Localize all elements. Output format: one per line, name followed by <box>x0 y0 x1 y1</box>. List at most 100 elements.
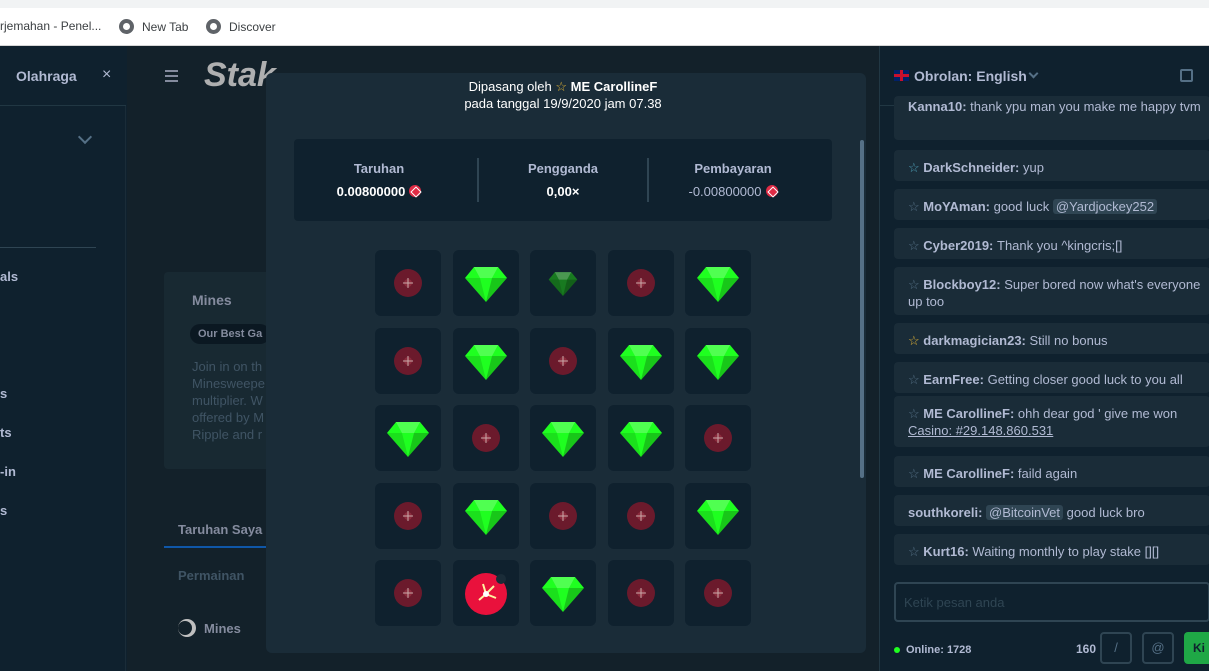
sidebar-item[interactable]: s <box>0 503 7 518</box>
star-icon: ☆ <box>908 160 924 175</box>
chat-input-placeholder: Ketik pesan anda <box>904 595 1005 610</box>
left-sidebar: Olahraga × als s ts -in s <box>0 46 126 671</box>
chat-message: ☆ ME CarollineF: faild again <box>894 456 1209 487</box>
mention-tag[interactable]: @Yardjockey252 <box>1052 199 1158 214</box>
gem-tile <box>530 250 596 316</box>
mine-hit-tile <box>452 560 519 626</box>
chat-text: good luck <box>993 199 1050 214</box>
placed-date: pada tanggal 19/9/2020 jam 07.38 <box>464 96 662 111</box>
chat-text: good luck bro <box>1066 505 1145 520</box>
gem-tile <box>685 250 751 316</box>
close-icon[interactable]: × <box>102 66 111 84</box>
bookmark-new-tab[interactable]: New Tab <box>119 19 188 34</box>
bookmark-discover[interactable]: Discover <box>206 19 276 34</box>
chat-username[interactable]: Blockboy12: <box>923 277 1004 292</box>
chat-username[interactable]: Cyber2019: <box>923 238 997 253</box>
stat-value: -0.00800000 <box>688 184 762 199</box>
star-icon: ☆ <box>908 238 924 253</box>
mine-tile <box>375 482 441 549</box>
sidebar-header: Olahraga × <box>0 46 126 106</box>
placed-user[interactable]: ME CarollineF <box>571 79 658 94</box>
gem-tile <box>607 405 674 471</box>
chat-username[interactable]: southkoreli: <box>908 505 986 520</box>
mine-tile <box>375 327 441 394</box>
chat-message: Kanna10: thank ypu man you make me happy… <box>894 96 1209 140</box>
mine-tile <box>530 327 596 394</box>
chat-message: ☆ Kurt16: Waiting monthly to play stake … <box>894 534 1209 565</box>
chat-title[interactable]: Obrolan: English <box>914 68 1027 84</box>
star-icon: ☆ <box>555 79 568 94</box>
mention-button[interactable]: @ <box>1142 632 1174 664</box>
tron-coin-icon <box>765 185 778 197</box>
chat-username[interactable]: ME CarollineF: <box>923 466 1018 481</box>
mention-tag[interactable]: @BitcoinVet <box>986 505 1064 520</box>
chat-message: ☆ ME CarollineF: ohh dear god ' give me … <box>894 396 1209 447</box>
stat-label: Taruhan <box>353 161 405 176</box>
chat-text: Thank you ^kingcris;[] <box>997 238 1123 253</box>
send-button[interactable]: Ki <box>1184 632 1209 664</box>
star-icon: ☆ <box>908 199 924 214</box>
mine-tile <box>607 560 674 626</box>
chat-message: southkoreli: @BitcoinVet good luck bro <box>894 495 1209 526</box>
sidebar-title: Olahraga <box>16 68 77 84</box>
bet-link[interactable]: Casino: #29.148.860.531 <box>908 423 1053 438</box>
chat-text: thank ypu man you make me happy tvm <box>970 99 1201 114</box>
star-icon: ☆ <box>908 406 924 421</box>
sidebar-item[interactable]: s <box>0 386 7 401</box>
stat-label: Pembayaran <box>694 161 772 176</box>
chevron-down-icon[interactable] <box>77 129 93 145</box>
stat-label: Pengganda <box>527 161 599 176</box>
mines-grid <box>375 250 753 628</box>
chevron-down-icon[interactable] <box>1028 68 1039 79</box>
bet-stats: Taruhan 0.00800000 Pengganda 0,00× Pemba… <box>294 139 832 221</box>
bookmark-terjemahan[interactable]: rjemahan - Penel... <box>0 19 101 33</box>
chat-panel: Obrolan: English Kanna10: thank ypu man … <box>879 46 1209 671</box>
mine-tile <box>530 482 596 549</box>
mine-tile <box>375 250 441 316</box>
gem-tile <box>452 482 519 549</box>
chat-username[interactable]: Kurt16: <box>923 544 972 559</box>
chat-username[interactable]: ME CarollineF: <box>923 406 1018 421</box>
bookmark-label: Discover <box>229 19 276 34</box>
placed-by-line: Dipasang oleh ☆ ME CarollineF <box>266 78 860 95</box>
stat-payout: Pembayaran -0.00800000 <box>648 139 818 221</box>
mine-tile <box>685 560 751 626</box>
gem-tile <box>607 327 674 394</box>
chat-message: ☆ EarnFree: Getting closer good luck to … <box>894 362 1209 393</box>
chat-username[interactable]: MoYAman: <box>923 199 993 214</box>
mine-tile <box>685 405 751 471</box>
globe-icon <box>119 19 134 34</box>
online-label: Online: 1728 <box>906 644 972 656</box>
gem-tile <box>375 405 441 471</box>
globe-icon <box>206 19 221 34</box>
online-count: Online: 1728 <box>894 644 971 656</box>
bet-detail-modal: Dipasang oleh ☆ ME CarollineF pada tangg… <box>266 73 866 653</box>
chat-title-label: Obrolan: <box>914 68 973 84</box>
tron-coin-icon <box>409 185 422 197</box>
chat-username[interactable]: Kanna10: <box>908 99 970 114</box>
sidebar-item[interactable]: ts <box>0 425 12 440</box>
sidebar-item[interactable]: als <box>0 269 18 284</box>
char-count: 160 <box>1076 642 1097 656</box>
gem-tile <box>530 405 596 471</box>
browser-address-strip <box>0 0 1209 8</box>
sidebar-item[interactable]: -in <box>0 464 16 479</box>
gem-tile <box>685 482 751 549</box>
command-button[interactable]: / <box>1100 632 1132 664</box>
stat-multiplier: Pengganda 0,00× <box>478 139 648 221</box>
chat-language: English <box>976 68 1027 84</box>
modal-scrollbar[interactable] <box>860 140 864 478</box>
star-icon: ☆ <box>908 372 924 387</box>
chat-username[interactable]: EarnFree: <box>923 372 987 387</box>
popout-icon[interactable] <box>1180 69 1193 82</box>
chat-text: Waiting monthly to play stake [][] <box>972 544 1160 559</box>
chat-username[interactable]: darkmagician23: <box>923 333 1029 348</box>
chat-message: ☆ DarkSchneider: yup <box>894 150 1209 181</box>
chat-message: ☆ darkmagician23: Still no bonus <box>894 323 1209 354</box>
online-dot-icon <box>894 647 900 653</box>
chat-username[interactable]: DarkSchneider: <box>923 160 1023 175</box>
stat-value-row: -0.00800000 <box>648 184 818 199</box>
star-icon: ☆ <box>908 333 924 348</box>
chat-input[interactable]: Ketik pesan anda <box>894 582 1209 622</box>
star-icon: ☆ <box>908 466 924 481</box>
